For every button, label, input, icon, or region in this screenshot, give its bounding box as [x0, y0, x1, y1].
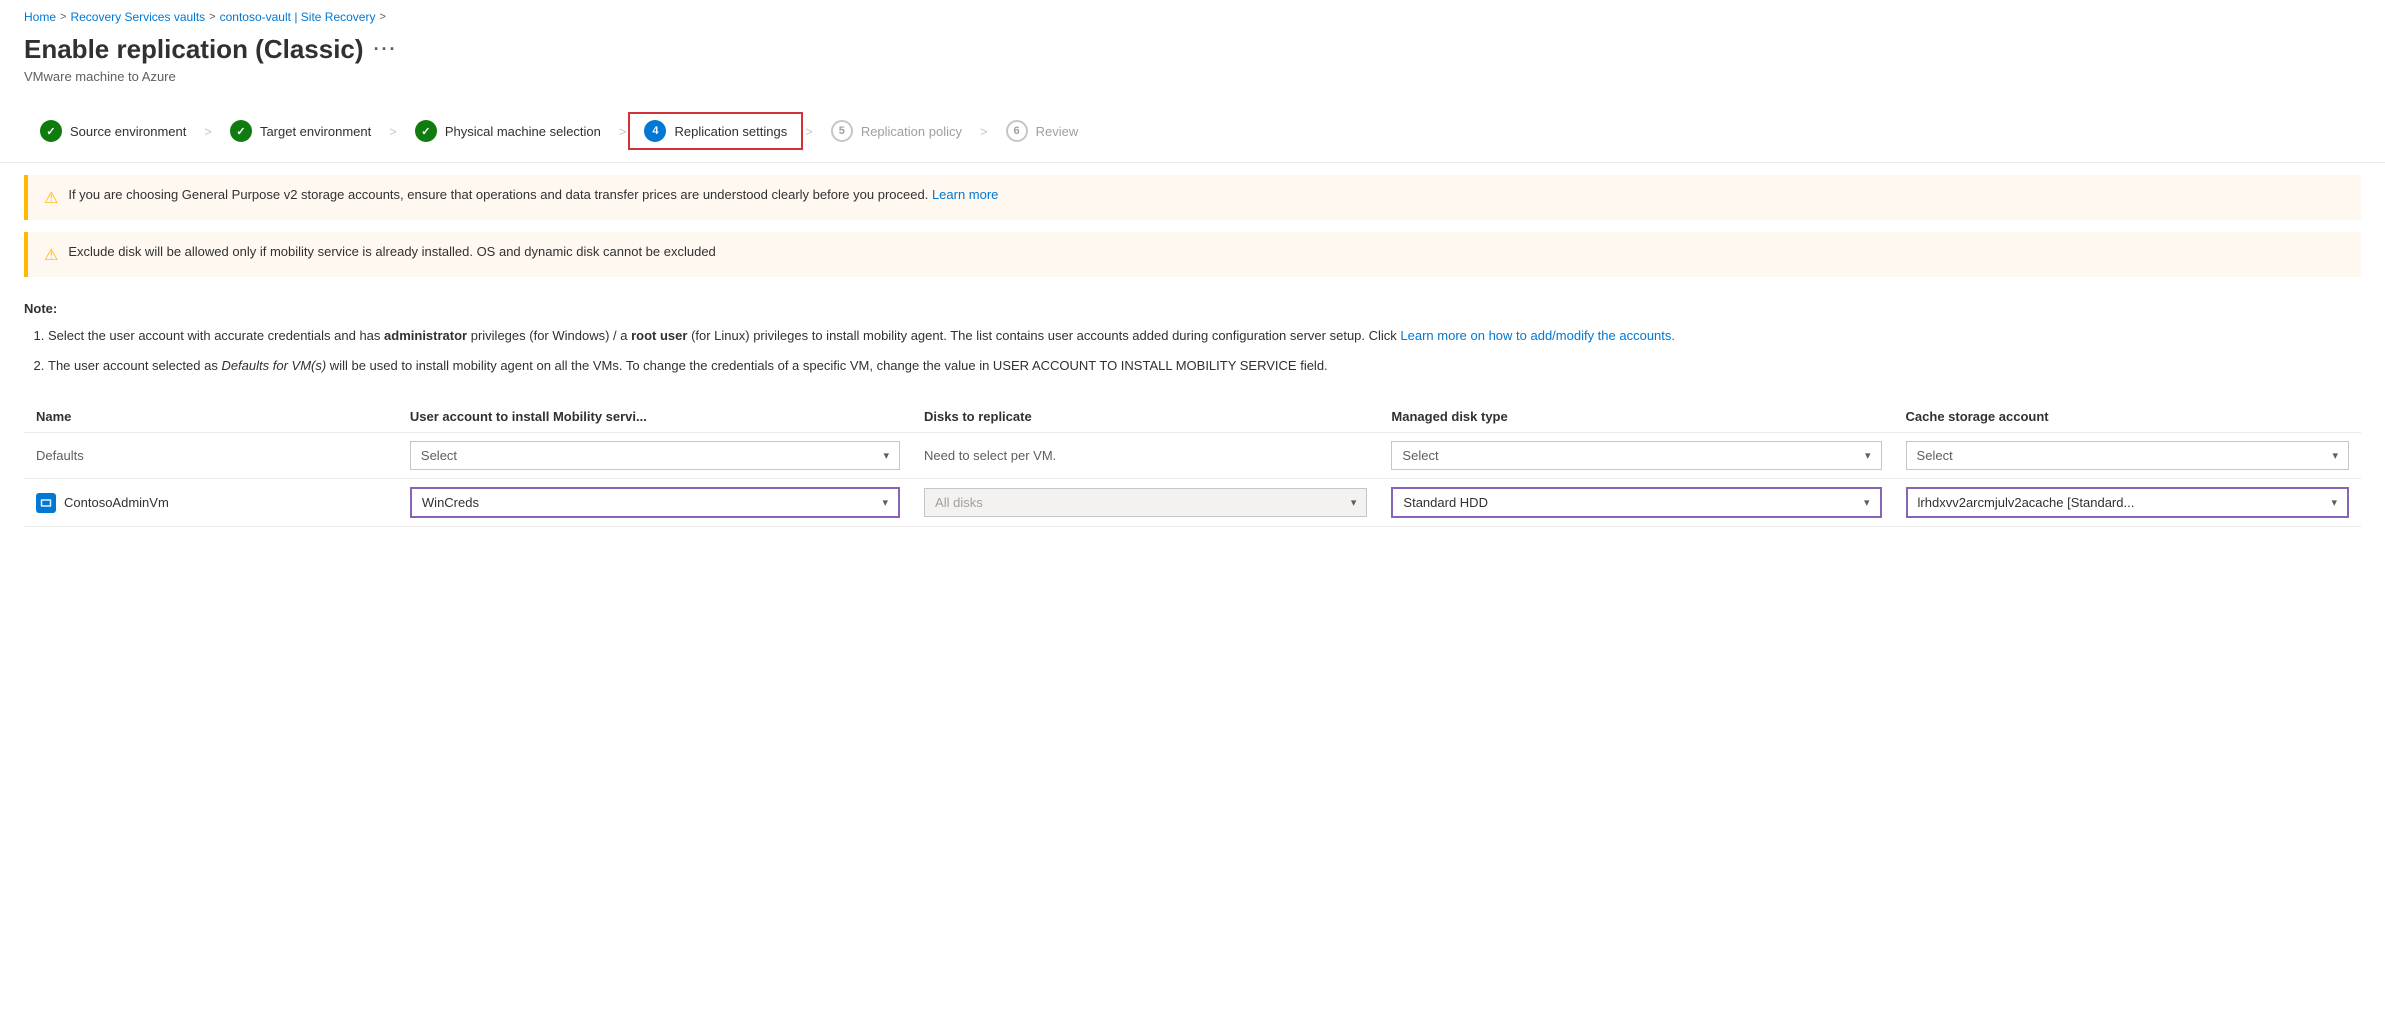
learn-more-link[interactable]: Learn more on how to add/modify the acco… [1400, 328, 1675, 343]
col-header-disk-type: Managed disk type [1379, 401, 1893, 433]
vm-disktype-dropdown-arrow: ▾ [1864, 496, 1870, 509]
breadcrumb-site-recovery[interactable]: contoso-vault | Site Recovery [220, 10, 376, 24]
more-options-button[interactable]: ··· [374, 39, 398, 60]
step-sep-2: > [389, 124, 397, 139]
defaults-user-dropdown[interactable]: Select ▾ [410, 441, 900, 470]
step-1-label: Source environment [70, 124, 186, 139]
defaults-disktype-cell: Select ▾ [1379, 433, 1893, 479]
note-title: Note: [24, 301, 2361, 316]
step-6-circle: 6 [1006, 120, 1028, 142]
vm-disks-cell: All disks ▾ [912, 479, 1379, 527]
step-2-label: Target environment [260, 124, 371, 139]
defaults-disktype-dropdown[interactable]: Select ▾ [1391, 441, 1881, 470]
step-physical-machine[interactable]: ✓ Physical machine selection [399, 112, 617, 150]
defaults-disktype-dropdown-arrow: ▾ [1865, 449, 1871, 462]
page-header: Enable replication (Classic) ··· VMware … [0, 30, 2385, 100]
breadcrumb-sep-1: > [60, 11, 66, 23]
step-source-environment[interactable]: ✓ Source environment [24, 112, 202, 150]
breadcrumb: Home > Recovery Services vaults > contos… [0, 0, 2385, 30]
warning-icon-1: ⚠ [44, 188, 58, 208]
alert-learn-more-link-1[interactable]: Learn more [932, 187, 998, 202]
alert-text-2: Exclude disk will be allowed only if mob… [68, 244, 715, 259]
step-replication-settings[interactable]: 4 Replication settings [628, 112, 803, 150]
vm-cache-dropdown-arrow: ▾ [2331, 496, 2337, 509]
defaults-user-dropdown-value: Select [421, 448, 457, 463]
note-list: Select the user account with accurate cr… [24, 326, 2361, 375]
vm-disktype-dropdown-value: Standard HDD [1403, 495, 1488, 510]
defaults-cache-dropdown[interactable]: Select ▾ [1906, 441, 2349, 470]
step-1-circle: ✓ [40, 120, 62, 142]
vm-icon-svg [40, 497, 52, 509]
vm-disktype-dropdown[interactable]: Standard HDD ▾ [1391, 487, 1881, 518]
step-4-label: Replication settings [674, 124, 787, 139]
note-item-1: Select the user account with accurate cr… [48, 326, 2361, 346]
alert-text-1: If you are choosing General Purpose v2 s… [68, 187, 998, 202]
defaults-user-cell: Select ▾ [398, 433, 912, 479]
vm-user-dropdown-arrow: ▾ [883, 496, 889, 509]
defaults-disktype-dropdown-value: Select [1402, 448, 1438, 463]
vm-cache-dropdown[interactable]: lrhdxvv2arcmjulv2acache [Standard... ▾ [1906, 487, 2349, 518]
vm-disks-dropdown-value: All disks [935, 495, 983, 510]
step-sep-3: > [619, 124, 627, 139]
step-replication-policy[interactable]: 5 Replication policy [815, 112, 978, 150]
vm-name-cell: ContosoAdminVm [24, 479, 398, 527]
step-2-circle: ✓ [230, 120, 252, 142]
vm-disks-dropdown[interactable]: All disks ▾ [924, 488, 1367, 517]
note-item-2: The user account selected as Defaults fo… [48, 356, 2361, 376]
step-6-label: Review [1036, 124, 1079, 139]
defaults-cache-dropdown-arrow: ▾ [2332, 449, 2338, 462]
col-header-name: Name [24, 401, 398, 433]
vm-user-dropdown-value: WinCreds [422, 495, 479, 510]
step-5-label: Replication policy [861, 124, 962, 139]
breadcrumb-sep-2: > [209, 11, 215, 23]
step-5-circle: 5 [831, 120, 853, 142]
page-subtitle: VMware machine to Azure [24, 69, 2361, 84]
vm-disktype-cell: Standard HDD ▾ [1379, 479, 1893, 527]
step-target-environment[interactable]: ✓ Target environment [214, 112, 387, 150]
step-sep-5: > [980, 124, 988, 139]
defaults-disks-cell: Need to select per VM. [912, 433, 1379, 479]
page-title-text: Enable replication (Classic) [24, 34, 364, 65]
step-review[interactable]: 6 Review [990, 112, 1095, 150]
alert-exclude-disk: ⚠ Exclude disk will be allowed only if m… [24, 232, 2361, 277]
step-3-circle: ✓ [415, 120, 437, 142]
col-header-user: User account to install Mobility servi..… [398, 401, 912, 433]
step-sep-4: > [805, 124, 813, 139]
col-header-cache: Cache storage account [1894, 401, 2361, 433]
vm-table: Name User account to install Mobility se… [24, 401, 2361, 527]
step-4-circle: 4 [644, 120, 666, 142]
defaults-user-dropdown-arrow: ▾ [884, 449, 890, 462]
defaults-name-cell: Defaults [24, 433, 398, 479]
breadcrumb-sep-3: > [379, 11, 385, 23]
table-row-defaults: Defaults Select ▾ Need to select per VM.… [24, 433, 2361, 479]
vm-disks-dropdown-arrow: ▾ [1351, 496, 1357, 509]
vm-user-cell: WinCreds ▾ [398, 479, 912, 527]
note-section: Note: Select the user account with accur… [0, 289, 2385, 393]
vm-cache-cell: lrhdxvv2arcmjulv2acache [Standard... ▾ [1894, 479, 2361, 527]
vm-name-label: ContosoAdminVm [64, 495, 169, 510]
step-3-label: Physical machine selection [445, 124, 601, 139]
vm-icon [36, 493, 56, 513]
table-row-vm: ContosoAdminVm WinCreds ▾ All disks ▾ [24, 479, 2361, 527]
defaults-cache-dropdown-value: Select [1917, 448, 1953, 463]
breadcrumb-vaults[interactable]: Recovery Services vaults [70, 10, 205, 24]
step-sep-1: > [204, 124, 212, 139]
vm-cache-dropdown-value: lrhdxvv2arcmjulv2acache [Standard... [1918, 495, 2135, 510]
col-header-disks: Disks to replicate [912, 401, 1379, 433]
breadcrumb-home[interactable]: Home [24, 10, 56, 24]
vm-user-dropdown[interactable]: WinCreds ▾ [410, 487, 900, 518]
alert-gp-v2: ⚠ If you are choosing General Purpose v2… [24, 175, 2361, 220]
defaults-cache-cell: Select ▾ [1894, 433, 2361, 479]
warning-icon-2: ⚠ [44, 245, 58, 265]
table-section: Name User account to install Mobility se… [0, 393, 2385, 551]
wizard-steps: ✓ Source environment > ✓ Target environm… [0, 100, 2385, 163]
